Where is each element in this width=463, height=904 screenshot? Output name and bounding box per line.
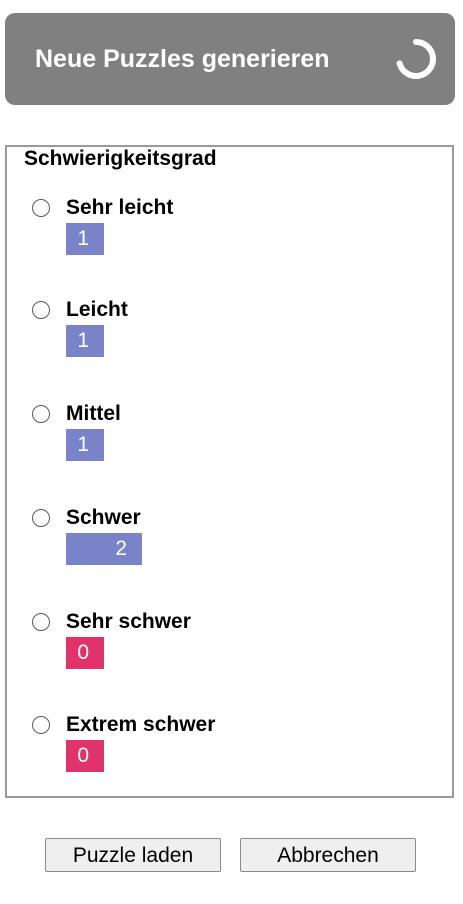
difficulty-option-sehr-schwer[interactable]: Sehr schwer 0 (31, 610, 431, 680)
option-label: Schwer (66, 506, 141, 529)
puzzle-count-badge: 0 (66, 740, 104, 772)
load-puzzle-button[interactable]: Puzzle laden (45, 838, 221, 872)
puzzle-count-badge: 1 (66, 325, 104, 357)
option-label: Sehr leicht (66, 196, 174, 219)
loading-spinner-icon (396, 39, 437, 79)
difficulty-option-sehr-leicht[interactable]: Sehr leicht 1 (31, 196, 431, 266)
option-label: Leicht (66, 298, 128, 321)
generate-puzzles-button[interactable]: Neue Puzzles generieren (5, 13, 455, 105)
radio-sehr-schwer[interactable] (32, 613, 50, 631)
puzzle-count-badge: 1 (66, 429, 104, 461)
difficulty-option-mittel[interactable]: Mittel 1 (31, 402, 431, 472)
radio-leicht[interactable] (32, 301, 50, 319)
radio-extrem-schwer[interactable] (32, 716, 50, 734)
difficulty-option-schwer[interactable]: Schwer 2 (31, 506, 431, 576)
radio-schwer[interactable] (32, 509, 50, 527)
difficulty-legend: Schwierigkeitsgrad (22, 147, 219, 171)
option-label: Sehr schwer (66, 610, 191, 633)
cancel-button[interactable]: Abbrechen (240, 838, 416, 872)
difficulty-option-leicht[interactable]: Leicht 1 (31, 298, 431, 368)
radio-mittel[interactable] (32, 405, 50, 423)
puzzle-count-badge: 0 (66, 637, 104, 669)
puzzle-count-badge: 2 (66, 533, 142, 565)
radio-sehr-leicht[interactable] (32, 199, 50, 217)
option-label: Mittel (66, 402, 121, 425)
option-label: Extrem schwer (66, 713, 216, 736)
generate-puzzles-label: Neue Puzzles generieren (35, 45, 330, 73)
puzzle-count-badge: 1 (66, 223, 104, 255)
difficulty-option-extrem-schwer[interactable]: Extrem schwer 0 (31, 713, 431, 783)
